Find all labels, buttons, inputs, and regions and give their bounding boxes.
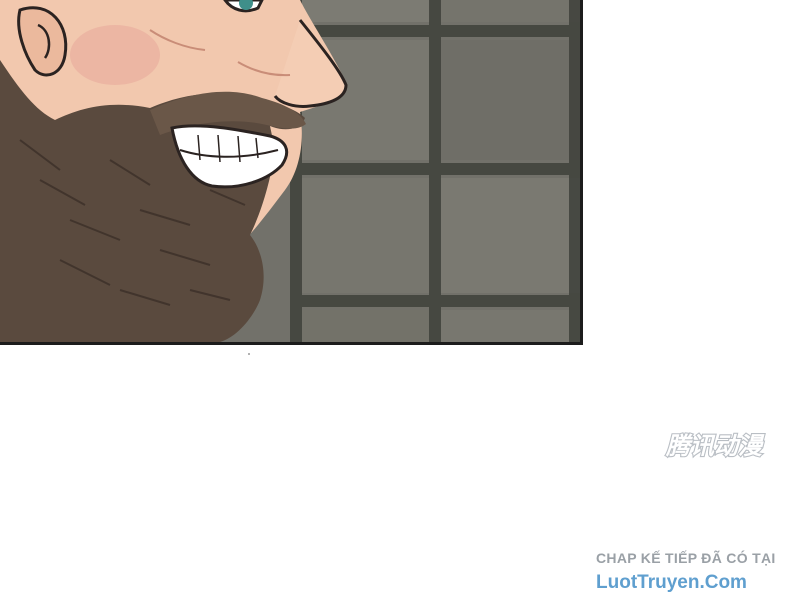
bearded-man-grinning-icon <box>0 0 580 342</box>
site-name-link[interactable]: LuotTruyen.Com <box>596 572 796 594</box>
next-chapter-notice: CHAP KẾ TIẾP ĐÃ CÓ TẠI <box>596 550 776 566</box>
comic-panel <box>0 0 583 345</box>
watermark-logo-text: 腾讯动漫 <box>665 432 765 460</box>
watermark-logo: 腾讯动漫 <box>662 428 792 462</box>
speck <box>248 353 250 355</box>
